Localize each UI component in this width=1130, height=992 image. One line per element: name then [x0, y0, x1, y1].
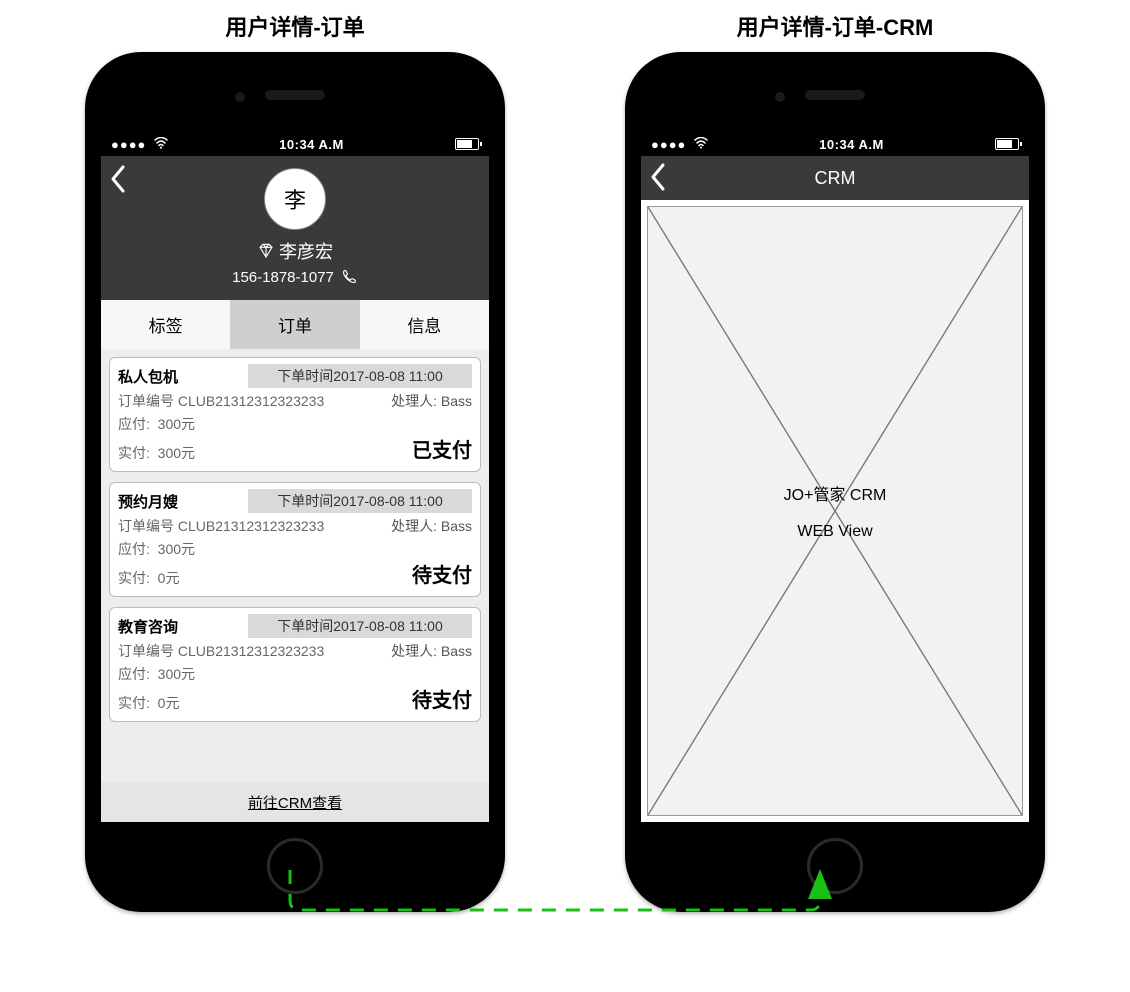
- order-time: 下单时间2017-08-08 11:00: [248, 489, 472, 513]
- tab-order[interactable]: 订单: [230, 300, 359, 349]
- battery-icon: [995, 138, 1019, 150]
- order-paid: 实付: 0元: [118, 568, 179, 588]
- order-paid: 实付: 0元: [118, 693, 179, 713]
- crm-header: CRM: [641, 156, 1029, 200]
- diamond-icon: [257, 242, 275, 260]
- wifi-icon: [694, 137, 708, 152]
- order-number: 订单编号 CLUB21312312323233: [118, 641, 324, 661]
- order-handler: 处理人: Bass: [391, 516, 472, 536]
- profile-phone: 156-1878-1077: [232, 269, 334, 286]
- avatar-initial: 李: [284, 183, 306, 215]
- order-status: 待支付: [412, 559, 472, 588]
- order-number: 订单编号 CLUB21312312323233: [118, 516, 324, 536]
- tab-tag[interactable]: 标签: [101, 300, 230, 349]
- order-due: 应付: 300元: [118, 664, 195, 684]
- order-type: 教育咨询: [118, 616, 248, 637]
- order-type: 预约月嫂: [118, 491, 248, 512]
- placeholder-text-2: WEB View: [797, 523, 872, 541]
- order-paid: 实付: 300元: [118, 443, 195, 463]
- order-card[interactable]: 教育咨询下单时间2017-08-08 11:00 订单编号 CLUB2131231…: [109, 607, 481, 722]
- back-button[interactable]: [109, 164, 127, 194]
- placeholder-text-1: JO+管家 CRM: [784, 481, 887, 505]
- screen-title-right: 用户详情-订单-CRM: [737, 10, 934, 42]
- phone-icon[interactable]: [340, 268, 358, 286]
- signal-dots: ●●●●: [111, 137, 146, 152]
- home-button[interactable]: [267, 838, 323, 894]
- orders-list: 私人包机下单时间2017-08-08 11:00订单编号 CLUB2131231…: [101, 349, 489, 782]
- profile-name: 李彦宏: [279, 238, 333, 264]
- signal-dots: ●●●●: [651, 137, 686, 152]
- order-time: 下单时间2017-08-08 11:00: [248, 614, 472, 638]
- crm-header-title: CRM: [815, 168, 856, 189]
- battery-icon: [455, 138, 479, 150]
- order-type: 私人包机: [118, 366, 248, 387]
- screen-title-left: 用户详情-订单: [225, 10, 364, 42]
- back-button[interactable]: [649, 162, 667, 192]
- order-card[interactable]: 预约月嫂下单时间2017-08-08 11:00 订单编号 CLUB2131231…: [109, 482, 481, 597]
- home-button[interactable]: [807, 838, 863, 894]
- crm-webview[interactable]: JO+管家 CRM WEB View: [641, 200, 1029, 822]
- status-bar: ●●●● 10:34 A.M: [641, 132, 1029, 156]
- order-status: 已支付: [412, 434, 472, 463]
- status-bar: ●●●● 10:34 A.M: [101, 132, 489, 156]
- status-time: 10:34 A.M: [279, 137, 344, 152]
- order-status: 待支付: [412, 684, 472, 713]
- order-time: 下单时间2017-08-08 11:00: [248, 364, 472, 388]
- avatar[interactable]: 李: [264, 168, 326, 230]
- order-due: 应付: 300元: [118, 539, 195, 559]
- tabs: 标签 订单 信息: [101, 300, 489, 349]
- tab-info[interactable]: 信息: [360, 300, 489, 349]
- profile-header: 李 李彦宏 156-1878-1077: [101, 156, 489, 300]
- webview-placeholder: JO+管家 CRM WEB View: [647, 206, 1023, 816]
- order-handler: 处理人: Bass: [391, 641, 472, 661]
- order-number: 订单编号 CLUB21312312323233: [118, 391, 324, 411]
- phone-frame-right: ●●●● 10:34 A.M CRM: [625, 52, 1045, 912]
- go-to-crm-link[interactable]: 前往CRM查看: [101, 782, 489, 822]
- order-card[interactable]: 私人包机下单时间2017-08-08 11:00 订单编号 CLUB2131231…: [109, 357, 481, 472]
- order-due: 应付: 300元: [118, 414, 195, 434]
- status-time: 10:34 A.M: [819, 137, 884, 152]
- phone-frame-left: ●●●● 10:34 A.M 李: [85, 52, 505, 912]
- wifi-icon: [154, 137, 168, 152]
- order-handler: 处理人: Bass: [391, 391, 472, 411]
